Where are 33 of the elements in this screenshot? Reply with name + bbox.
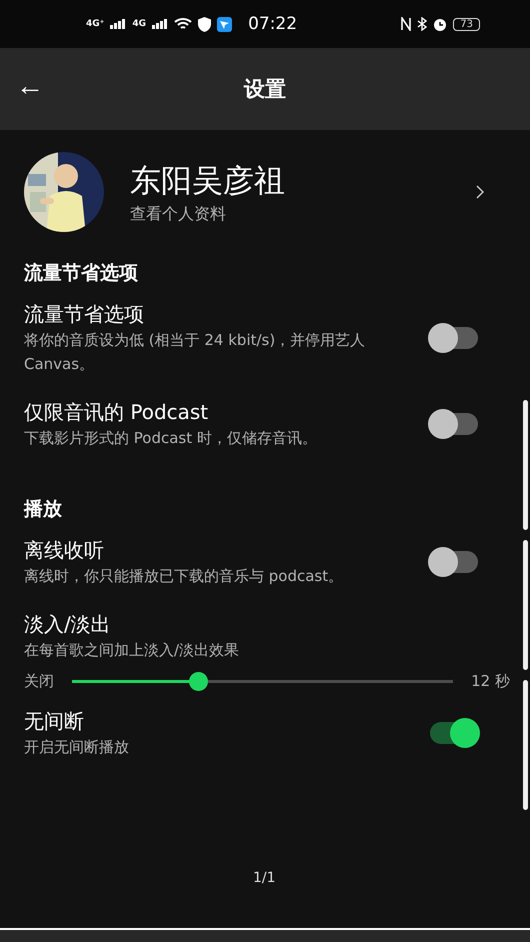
nfc-icon: [401, 17, 412, 31]
signal-label: 4G⁺: [86, 19, 104, 29]
slider-thumb[interactable]: [188, 672, 208, 691]
clock: 07:22: [248, 14, 298, 34]
setting-title: 无间断: [24, 708, 84, 735]
setting-description: 离线时，你只能播放已下载的音乐与 podcast。: [24, 566, 344, 587]
setting-description: 将你的音质设为低 (相当于 24 kbit/s)，并停用艺人 Canvas。: [24, 330, 366, 375]
app-icon: [217, 16, 232, 32]
signal-label: 4G: [132, 19, 146, 29]
bluetooth-icon: [417, 17, 428, 31]
setting-description: 开启无间断播放: [24, 737, 129, 758]
setting-title: 仅限音讯的 Podcast: [24, 399, 208, 426]
battery-icon: 73: [453, 18, 480, 30]
alarm-icon: [433, 17, 448, 31]
setting-title: 淡入/淡出: [24, 611, 111, 638]
setting-description: 下载影片形式的 Podcast 时，仅储存音讯。: [24, 428, 317, 449]
shield-icon: [198, 16, 212, 32]
section-heading: 播放: [24, 497, 63, 522]
wifi-icon: [174, 17, 192, 31]
chevron-icon: [476, 185, 484, 199]
signal-icon: [110, 19, 126, 29]
setting-description: 在每首歌之间加上淡入/淡出效果: [24, 640, 240, 661]
page-title: 设置: [244, 76, 286, 103]
signal-icon: [152, 19, 168, 29]
setting-title: 流量节省选项: [24, 301, 144, 328]
setting-title: 离线收听: [24, 537, 104, 564]
slider-max-label: 12 秒: [471, 672, 510, 691]
slider-min-label: 关闭: [24, 672, 54, 691]
back-button[interactable]: ←: [14, 72, 46, 100]
page-indicator: 1/1: [253, 870, 276, 886]
profile-link[interactable]: 查看个人资料: [130, 204, 226, 224]
profile-name: 东阳吴彦祖: [130, 162, 285, 200]
section-heading: 流量节省选项: [24, 261, 139, 286]
